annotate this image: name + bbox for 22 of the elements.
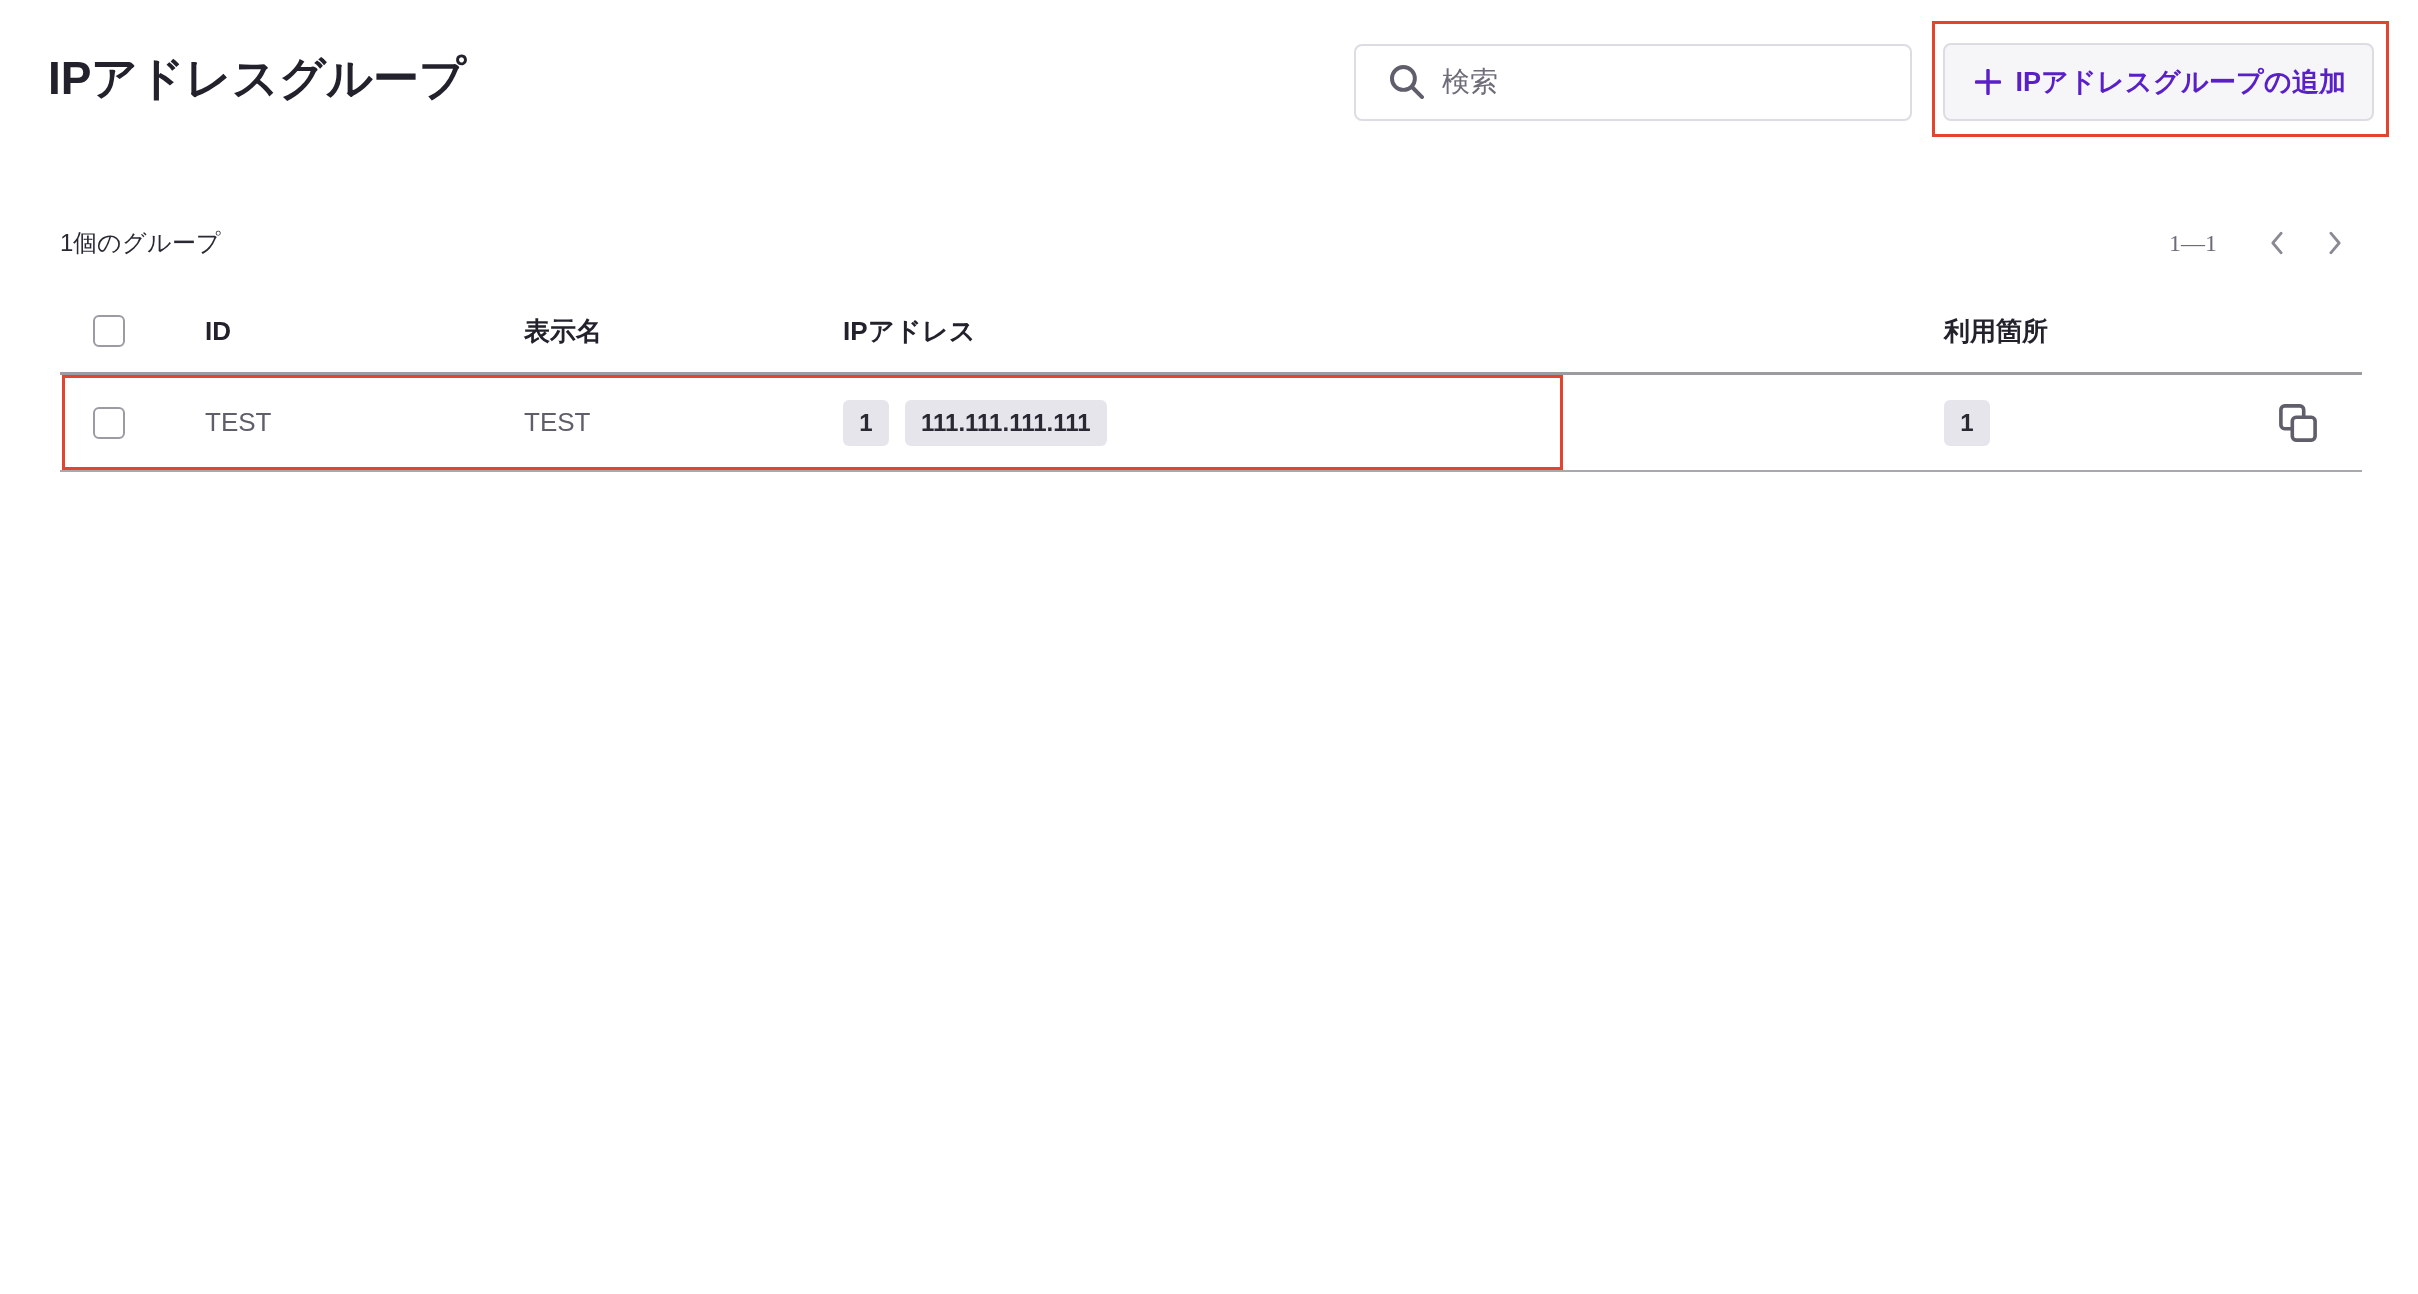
column-header: 利用箇所 (1944, 314, 2048, 348)
column-header: 表示名 (524, 314, 602, 348)
table-cell: TEST (205, 407, 272, 438)
search-icon (1390, 65, 1425, 99)
copy-icon (2279, 403, 2317, 442)
add-group-button[interactable]: IPアドレスグループの追加 (1943, 43, 2374, 121)
select-all-checkbox[interactable] (93, 315, 125, 347)
search-field[interactable]: 検索 (1354, 43, 1913, 121)
count-badge: 1 (843, 399, 889, 446)
ip-address-tag: 111.111.111.111 (905, 399, 1107, 446)
usage-count-badge: 1 (1944, 399, 1990, 446)
column-header: ID (205, 315, 231, 347)
copy-button[interactable] (2279, 403, 2317, 442)
chevron-left-icon (2270, 231, 2284, 255)
table-cell: TEST (524, 407, 591, 438)
page-title: IPアドレスグループ (48, 51, 468, 106)
chevron-right-icon (2328, 231, 2342, 255)
column-header: IPアドレス (843, 314, 976, 348)
row-checkbox[interactable] (93, 406, 125, 439)
plus-icon (1975, 69, 2002, 95)
page-range: 1—1 (2169, 229, 2217, 257)
group-count: 1個のグループ (60, 228, 222, 258)
